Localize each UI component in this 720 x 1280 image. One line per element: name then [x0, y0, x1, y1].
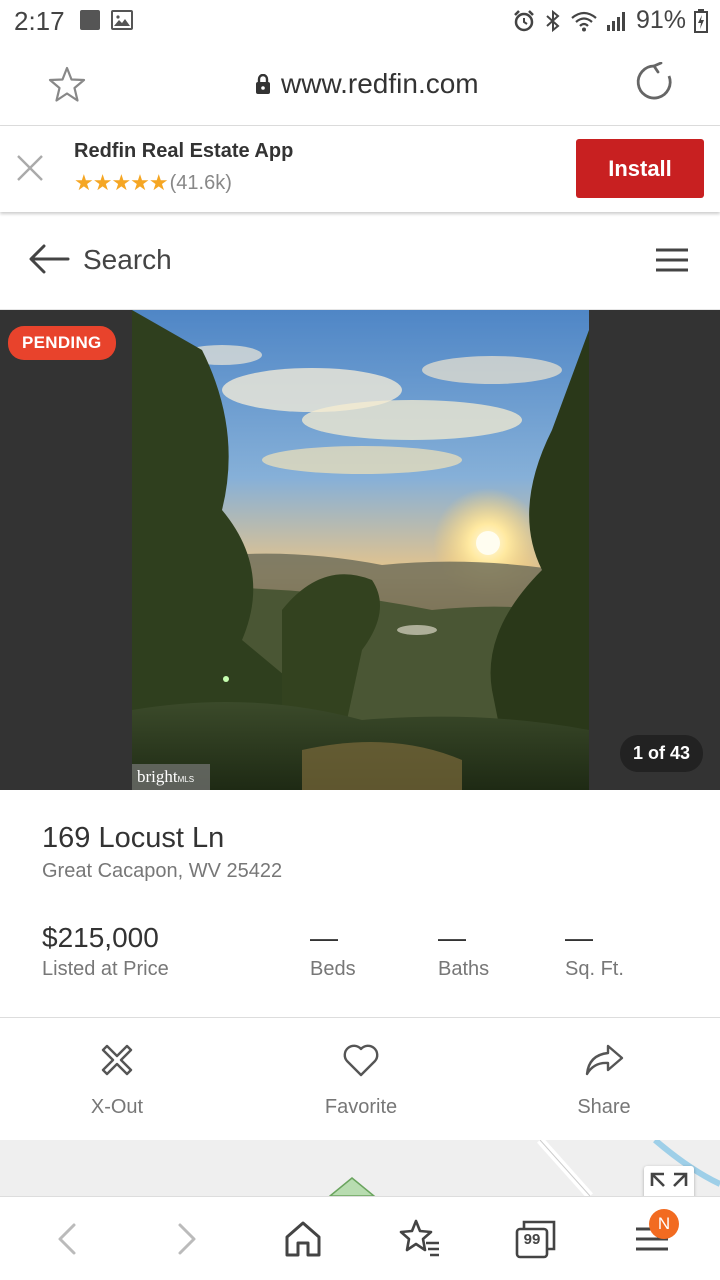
sqft-label: Sq. Ft.	[565, 958, 624, 980]
signal-icon	[606, 11, 625, 31]
search-header: Search	[0, 212, 720, 310]
listing-address: 169 Locust Ln	[42, 822, 225, 854]
search-link[interactable]: Search	[83, 244, 172, 276]
browser-bottom-nav: 99 N	[0, 1196, 720, 1280]
beds-value: —	[310, 922, 338, 953]
heart-icon	[343, 1044, 379, 1077]
xout-button[interactable]: X-Out	[37, 1040, 197, 1119]
browser-url-bar: www.redfin.com	[0, 44, 720, 126]
price-label: Listed at Price	[42, 958, 169, 980]
alarm-icon	[514, 9, 534, 31]
tab-count: 99	[523, 1231, 541, 1248]
favorite-label: Favorite	[324, 1096, 398, 1118]
listing-details: 169 Locust Ln Great Cacapon, WV 25422 $2…	[0, 790, 720, 1018]
notification-badge: N	[649, 1209, 679, 1239]
notification-icon	[80, 10, 100, 30]
url-field[interactable]: www.redfin.com	[255, 68, 479, 100]
wifi-icon	[571, 11, 597, 31]
rating-count: (41.6k)	[169, 171, 232, 194]
battery-charging-icon	[694, 8, 708, 33]
map-expand-button[interactable]	[644, 1166, 694, 1196]
share-icon	[585, 1044, 624, 1076]
status-bar: 2:17 91%	[0, 0, 720, 44]
hamburger-menu-icon[interactable]	[656, 248, 688, 272]
listing-price: $215,000	[42, 922, 159, 953]
listing-actions: X-Out Favorite Share	[0, 1018, 720, 1140]
nav-forward-icon[interactable]	[164, 1217, 208, 1261]
battery-percent: 91%	[635, 6, 686, 34]
beds-stat: — Beds	[310, 922, 356, 981]
tabs-button[interactable]: 99	[514, 1217, 558, 1261]
mls-watermark-logo: brightMLS	[132, 764, 210, 790]
map-preview[interactable]	[0, 1140, 720, 1196]
close-icon[interactable]	[14, 152, 46, 184]
nav-back-icon[interactable]	[46, 1217, 90, 1261]
map-roads	[328, 1140, 720, 1196]
beds-label: Beds	[310, 958, 356, 980]
rating-stars-icon: ★★★★★	[74, 170, 169, 195]
status-icons: 91%	[512, 6, 708, 35]
x-out-icon	[101, 1044, 133, 1076]
image-notification-icon	[111, 10, 133, 30]
url-text: www.redfin.com	[281, 68, 479, 99]
bookmarks-icon[interactable]	[398, 1217, 442, 1261]
baths-stat: — Baths	[438, 922, 489, 981]
favorite-button[interactable]: Favorite	[281, 1040, 441, 1119]
baths-value: —	[438, 922, 466, 953]
xout-label: X-Out	[90, 1096, 144, 1118]
banner-app-title: Redfin Real Estate App	[74, 140, 294, 162]
listing-photo[interactable]	[132, 310, 589, 790]
sqft-stat: — Sq. Ft.	[565, 922, 624, 981]
listing-city: Great Cacapon, WV 25422	[42, 860, 283, 882]
status-time: 2:17	[14, 6, 65, 36]
sqft-value: —	[565, 922, 593, 953]
status-badge: PENDING	[8, 326, 116, 360]
banner-rating: ★★★★★ (41.6k)	[74, 170, 232, 196]
bookmark-star-icon[interactable]	[46, 64, 88, 106]
price-stat: $215,000 Listed at Price	[42, 922, 169, 981]
home-icon[interactable]	[281, 1217, 325, 1261]
lock-icon	[256, 74, 270, 94]
photo-carousel[interactable]: PENDING 1 of 43 brightMLS	[0, 310, 720, 790]
expand-icon	[650, 1172, 688, 1187]
back-arrow-icon[interactable]	[28, 242, 70, 276]
install-button[interactable]: Install	[576, 139, 704, 198]
app-install-banner: Redfin Real Estate App ★★★★★ (41.6k) Ins…	[0, 126, 720, 212]
baths-label: Baths	[438, 958, 490, 980]
photo-counter: 1 of 43	[619, 735, 703, 772]
share-label: Share	[577, 1096, 631, 1118]
bluetooth-icon	[546, 9, 560, 32]
share-button[interactable]: Share	[524, 1040, 684, 1119]
refresh-icon[interactable]	[634, 62, 674, 102]
